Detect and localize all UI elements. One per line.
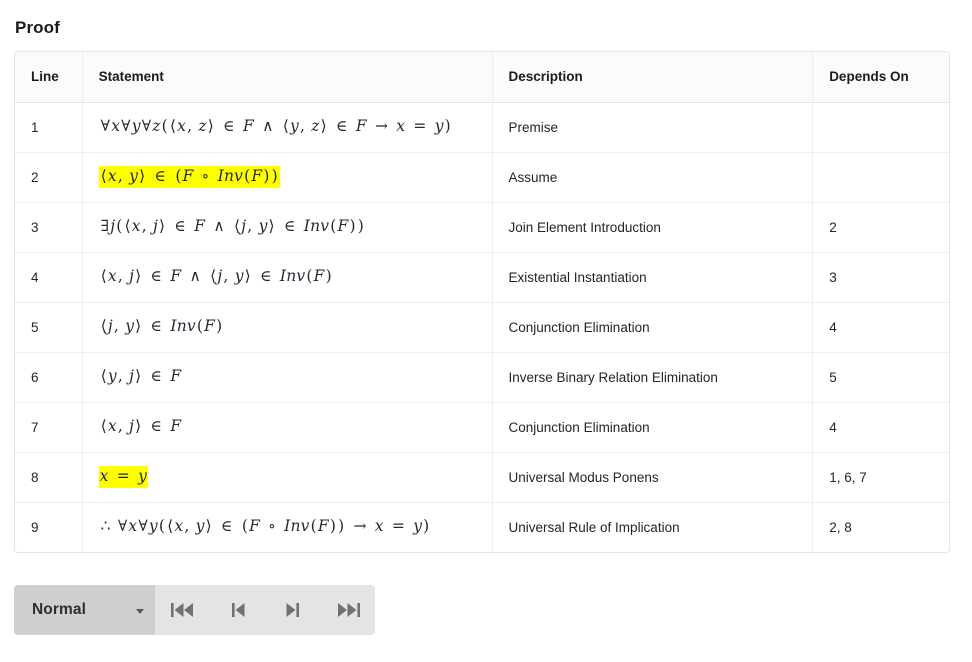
table-row: 5 ⟨j, y⟩ ∈ Inv(F) Conjunction Elimination 4 — [15, 302, 949, 353]
column-header-line: Line — [15, 52, 83, 103]
table-row: 7 ⟨x, j⟩ ∈ F Conjunction Elimination 4 — [15, 402, 949, 453]
table-row: 9 ∴ ∀x∀y(⟨x, y⟩ ∈ (F ∘ Inv(F)) → x = y) Un… — [15, 502, 949, 552]
cell-description: Universal Rule of Implication — [492, 502, 814, 552]
statement: ⟨x, j⟩ ∈ F ∧ ⟨j, y⟩ ∈ Inv(F) — [100, 266, 332, 285]
cell-description: Existential Instantiation — [492, 252, 814, 303]
line-number: 1 — [31, 119, 39, 135]
cell-description: Conjunction Elimination — [492, 402, 814, 453]
cell-line-number: 7 — [15, 402, 83, 453]
statement: ⟨y, j⟩ ∈ F — [100, 366, 182, 385]
cell-depends-on — [812, 152, 949, 203]
column-header-depends-on: Depends On — [812, 52, 949, 103]
step-forward-button[interactable] — [265, 585, 320, 635]
cell-description: Inverse Binary Relation Elimination — [492, 352, 814, 403]
cell-line-number: 2 — [15, 152, 83, 203]
cell-line-number: 3 — [15, 202, 83, 253]
line-number: 5 — [31, 319, 39, 335]
line-number: 4 — [31, 269, 39, 285]
cell-depends-on: 3 — [812, 252, 949, 303]
page-title: Proof — [15, 18, 60, 37]
line-number: 8 — [31, 469, 39, 485]
skip-to-start-icon — [170, 600, 196, 620]
table-header: Line Statement Description Depends On — [15, 52, 949, 103]
navigation-buttons — [155, 585, 375, 635]
statement: ⟨j, y⟩ ∈ Inv(F) — [100, 316, 223, 335]
cell-statement: ⟨j, y⟩ ∈ Inv(F) — [82, 302, 493, 353]
cell-description: Assume — [492, 152, 814, 203]
cell-depends-on: 1, 6, 7 — [812, 452, 949, 503]
line-number: 7 — [31, 419, 39, 435]
step-back-icon — [228, 600, 248, 620]
step-back-button[interactable] — [210, 585, 265, 635]
statement: ⟨x, j⟩ ∈ F — [100, 416, 182, 435]
cell-line-number: 4 — [15, 252, 83, 303]
cell-description: Join Element Introduction — [492, 202, 814, 253]
cell-line-number: 1 — [15, 102, 83, 153]
cell-depends-on: 5 — [812, 352, 949, 403]
chevron-down-icon — [136, 608, 144, 614]
cell-description: Universal Modus Ponens — [492, 452, 814, 503]
skip-to-end-icon — [335, 600, 361, 620]
cell-depends-on: 2 — [812, 202, 949, 253]
table-row: 6 ⟨y, j⟩ ∈ F Inverse Binary Relation Elimi… — [15, 352, 949, 403]
table-body: 1 ∀x∀y∀z(⟨x, z⟩ ∈ F ∧ ⟨y, z⟩ ∈ F → x = y)… — [15, 102, 949, 552]
line-number: 6 — [31, 369, 39, 385]
statement: ∃j(⟨x, j⟩ ∈ F ∧ ⟨j, y⟩ ∈ Inv(F)) — [100, 216, 364, 235]
cell-line-number: 8 — [15, 452, 83, 503]
step-forward-icon — [283, 600, 303, 620]
column-header-description: Description — [492, 52, 814, 103]
statement: ∀x∀y∀z(⟨x, z⟩ ∈ F ∧ ⟨y, z⟩ ∈ F → x = y) — [100, 116, 451, 135]
playback-controls: Normal — [14, 585, 375, 635]
speed-select[interactable]: Normal — [14, 585, 155, 635]
statement-highlighted: x = y — [98, 465, 149, 489]
cell-line-number: 6 — [15, 352, 83, 403]
cell-statement: x = y — [82, 452, 493, 503]
table-row: 1 ∀x∀y∀z(⟨x, z⟩ ∈ F ∧ ⟨y, z⟩ ∈ F → x = y)… — [15, 102, 949, 153]
cell-depends-on: 4 — [812, 302, 949, 353]
speed-select-value: Normal — [32, 601, 87, 618]
cell-statement: ∴ ∀x∀y(⟨x, y⟩ ∈ (F ∘ Inv(F)) → x = y) — [82, 502, 493, 552]
table-row: 4 ⟨x, j⟩ ∈ F ∧ ⟨j, y⟩ ∈ Inv(F) Existential… — [15, 252, 949, 303]
cell-statement: ∀x∀y∀z(⟨x, z⟩ ∈ F ∧ ⟨y, z⟩ ∈ F → x = y) — [82, 102, 493, 153]
line-number: 9 — [31, 519, 39, 535]
cell-line-number: 9 — [15, 502, 83, 552]
cell-depends-on: 2, 8 — [829, 519, 852, 535]
cell-statement: ⟨x, j⟩ ∈ F ∧ ⟨j, y⟩ ∈ Inv(F) — [82, 252, 493, 303]
statement: ∴ ∀x∀y(⟨x, y⟩ ∈ (F ∘ Inv(F)) → x = y) — [100, 517, 430, 535]
skip-to-start-button[interactable] — [155, 585, 210, 635]
cell-line-number: 5 — [15, 302, 83, 353]
cell-statement: ⟨y, j⟩ ∈ F — [82, 352, 493, 403]
statement-highlighted: ⟨x, y⟩ ∈ (F ∘ Inv(F)) — [98, 165, 280, 189]
cell-description: Premise — [492, 102, 814, 153]
line-number: 2 — [31, 169, 39, 185]
cell-statement: ⟨x, j⟩ ∈ F — [82, 402, 493, 453]
cell-depends-on: 4 — [812, 402, 949, 453]
proof-page: Proof Line Statement Description Depends… — [0, 0, 972, 662]
proof-table: Line Statement Description Depends On 1 ∀… — [15, 52, 949, 552]
cell-description: Conjunction Elimination — [492, 302, 814, 353]
line-number: 3 — [31, 219, 39, 235]
table-row: 3 ∃j(⟨x, j⟩ ∈ F ∧ ⟨j, y⟩ ∈ Inv(F)) Join El… — [15, 202, 949, 253]
cell-statement: ∃j(⟨x, j⟩ ∈ F ∧ ⟨j, y⟩ ∈ Inv(F)) — [82, 202, 493, 253]
table-row: 8 x = y Universal Modus Ponens 1, 6, 7 — [15, 452, 949, 503]
table-row: 2 ⟨x, y⟩ ∈ (F ∘ Inv(F)) Assume — [15, 152, 949, 203]
cell-depends-on — [812, 102, 949, 153]
cell-statement: ⟨x, y⟩ ∈ (F ∘ Inv(F)) — [82, 152, 493, 203]
table-header-row: Line Statement Description Depends On — [15, 52, 949, 103]
proof-table-container: Line Statement Description Depends On 1 ∀… — [14, 51, 950, 553]
column-header-statement: Statement — [82, 52, 493, 103]
skip-to-end-button[interactable] — [320, 585, 375, 635]
